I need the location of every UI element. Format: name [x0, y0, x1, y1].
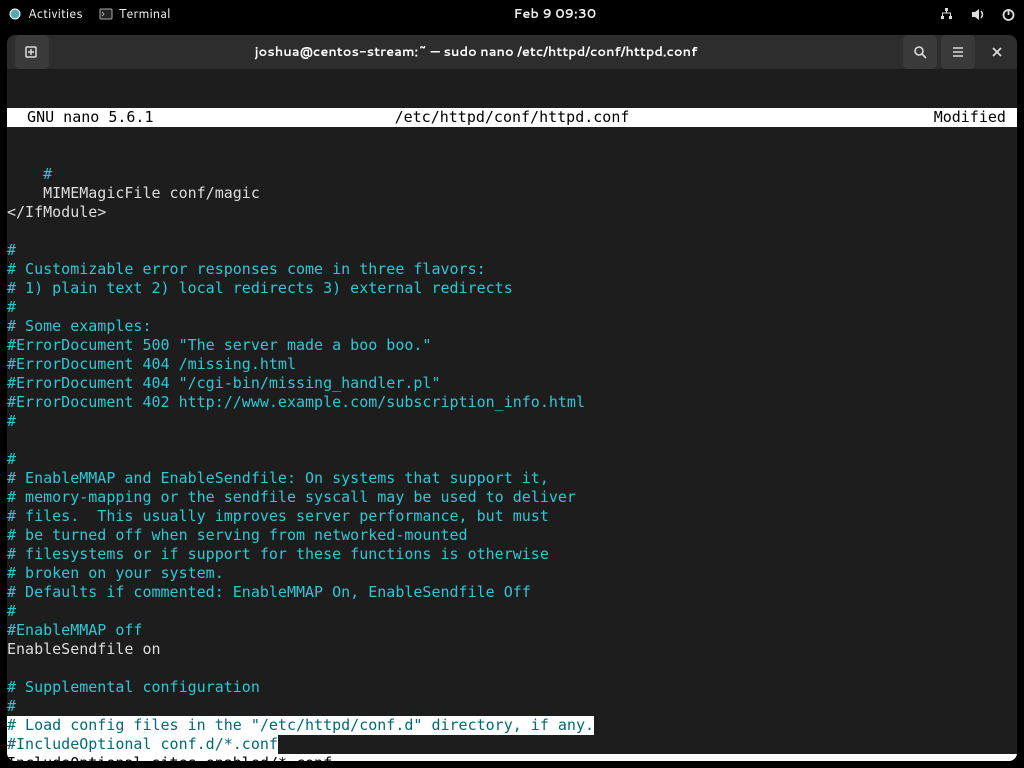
new-tab-button[interactable]: [15, 35, 49, 69]
search-button[interactable]: [903, 35, 937, 69]
editor-line: # memory-mapping or the sendfile syscall…: [7, 488, 1017, 507]
editor-line: # Some examples:: [7, 317, 1017, 336]
activities-icon: [8, 7, 22, 21]
editor-line: #: [7, 298, 1017, 317]
terminal-content[interactable]: GNU nano 5.6.1 /etc/httpd/conf/httpd.con…: [7, 70, 1017, 761]
volume-icon[interactable]: [970, 7, 985, 22]
editor-line: MIMEMagicFile conf/magic: [7, 184, 1017, 203]
menu-button[interactable]: [941, 35, 975, 69]
editor-line: #: [7, 697, 1017, 716]
editor-line: #IncludeOptional conf.d/*.conf: [7, 735, 1017, 754]
editor-line: # Load config files in the "/etc/httpd/c…: [7, 716, 1017, 735]
editor-line: # 1) plain text 2) local redirects 3) ex…: [7, 279, 1017, 298]
editor-line: # Customizable error responses come in t…: [7, 260, 1017, 279]
nano-editor-area[interactable]: # MIMEMagicFile conf/magic</IfModule>## …: [7, 165, 1017, 761]
editor-line: [7, 431, 1017, 450]
editor-line: #ErrorDocument 404 "/cgi-bin/missing_han…: [7, 374, 1017, 393]
editor-line: # Supplemental configuration: [7, 678, 1017, 697]
editor-line: #: [7, 165, 1017, 184]
app-menu[interactable]: Terminal: [99, 5, 171, 23]
editor-line: #: [7, 241, 1017, 260]
nano-header: GNU nano 5.6.1 /etc/httpd/conf/httpd.con…: [7, 108, 1017, 127]
editor-line: </IfModule>: [7, 203, 1017, 222]
activities-button[interactable]: Activities: [8, 5, 83, 23]
editor-line: # be turned off when serving from networ…: [7, 526, 1017, 545]
clock-label: Feb 9 09:30: [513, 5, 596, 23]
terminal-icon: [99, 7, 113, 21]
app-menu-label: Terminal: [119, 5, 171, 23]
window-title: joshua@centos-stream:~ — sudo nano /etc/…: [51, 43, 901, 61]
editor-line: #EnableMMAP off: [7, 621, 1017, 640]
nano-filename: /etc/httpd/conf/httpd.conf: [341, 108, 683, 127]
editor-line: IncludeOptional sites-enabled/*.conf: [7, 754, 1017, 761]
editor-line: [7, 222, 1017, 241]
close-button[interactable]: [983, 38, 1011, 66]
editor-line: #ErrorDocument 500 "The server made a bo…: [7, 336, 1017, 355]
editor-line: # broken on your system.: [7, 564, 1017, 583]
nano-status: Modified: [683, 108, 1015, 127]
editor-line: #ErrorDocument 402 http://www.example.co…: [7, 393, 1017, 412]
network-icon[interactable]: [939, 7, 954, 22]
editor-line: #: [7, 412, 1017, 431]
gnome-top-bar: Activities Terminal Feb 9 09:30: [0, 0, 1024, 28]
activities-label: Activities: [28, 5, 83, 23]
terminal-window: joshua@centos-stream:~ — sudo nano /etc/…: [7, 35, 1017, 761]
editor-line: #ErrorDocument 404 /missing.html: [7, 355, 1017, 374]
editor-line: EnableSendfile on: [7, 640, 1017, 659]
editor-line: # Defaults if commented: EnableMMAP On, …: [7, 583, 1017, 602]
editor-line: # filesystems or if support for these fu…: [7, 545, 1017, 564]
editor-line: #: [7, 602, 1017, 621]
editor-line: # EnableMMAP and EnableSendfile: On syst…: [7, 469, 1017, 488]
editor-line: #: [7, 450, 1017, 469]
clock[interactable]: Feb 9 09:30: [513, 5, 596, 23]
nano-version: GNU nano 5.6.1: [9, 108, 341, 127]
editor-line: [7, 659, 1017, 678]
editor-line: # files. This usually improves server pe…: [7, 507, 1017, 526]
window-titlebar: joshua@centos-stream:~ — sudo nano /etc/…: [7, 35, 1017, 70]
power-icon[interactable]: [1001, 7, 1016, 22]
